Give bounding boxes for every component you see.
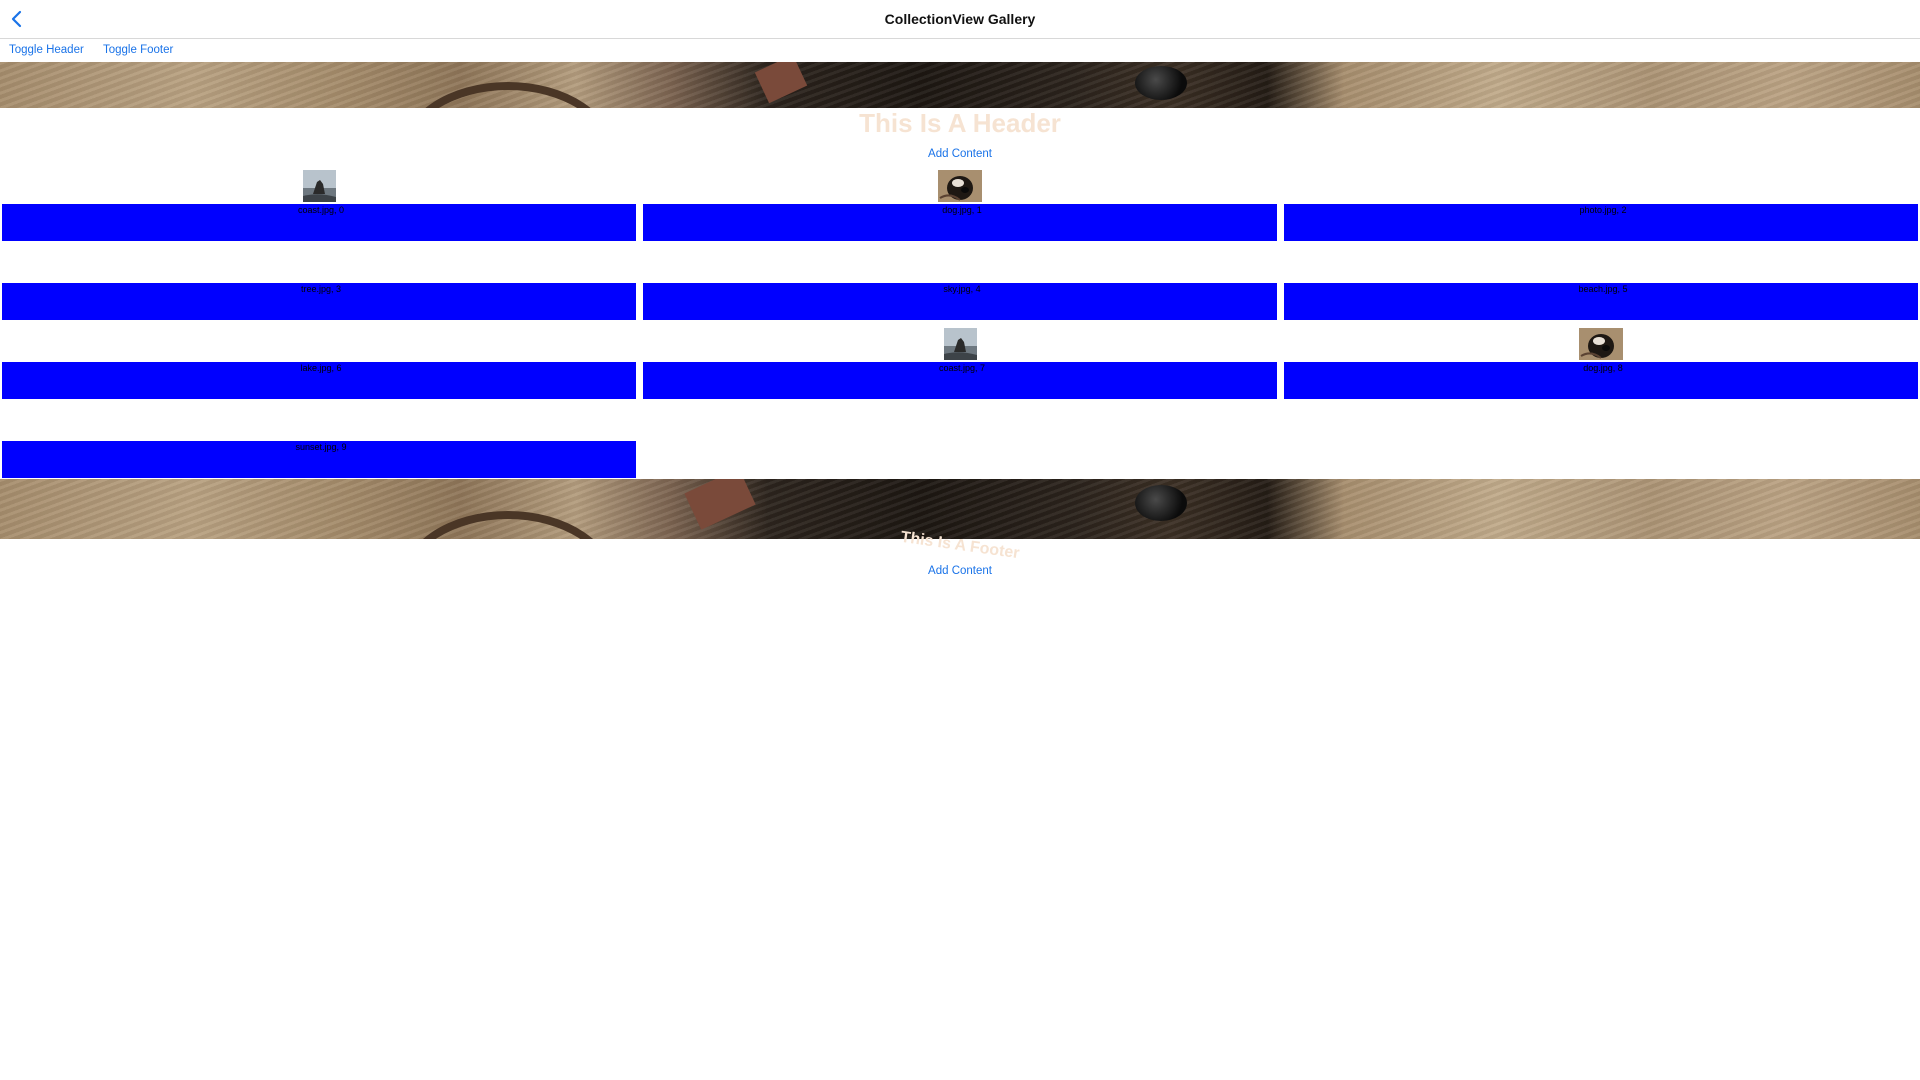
page-title: CollectionView Gallery <box>884 11 1036 27</box>
cell-label: lake.jpg, 6 <box>300 363 342 373</box>
navigation-bar: CollectionView Gallery <box>0 0 1920 39</box>
gallery-cell[interactable]: lake.jpg, 6 <box>1 326 641 404</box>
cell-label: beach.jpg, 5 <box>1578 284 1628 294</box>
toggle-header-button[interactable]: Toggle Header <box>9 44 84 56</box>
dog-thumbnail <box>1579 328 1623 360</box>
footer-add-content-button[interactable]: Add Content <box>0 565 1920 577</box>
cell-label: sunset.jpg, 9 <box>295 442 347 452</box>
gallery-cell[interactable]: photo.jpg, 2 <box>1283 168 1920 246</box>
cell-label: sky.jpg, 4 <box>943 284 981 294</box>
header-add-content-button[interactable]: Add Content <box>0 148 1920 160</box>
cell-label: coast.jpg, 7 <box>938 363 986 373</box>
toolbar: Toggle Header Toggle Footer <box>0 39 1920 62</box>
gallery-cell[interactable]: beach.jpg, 5 <box>1283 247 1920 325</box>
header-banner-image <box>0 62 1920 108</box>
gallery-cell[interactable]: coast.jpg, 0 <box>1 168 641 246</box>
footer-banner-image <box>0 479 1920 539</box>
gallery-cell[interactable]: dog.jpg, 8 <box>1283 326 1920 404</box>
cell-label: tree.jpg, 3 <box>300 284 342 294</box>
cell-label: photo.jpg, 2 <box>1579 205 1627 215</box>
app-window: CollectionView Gallery Toggle Header Tog… <box>0 0 1920 1080</box>
toggle-footer-button[interactable]: Toggle Footer <box>103 44 173 56</box>
cell-label: dog.jpg, 1 <box>942 205 982 215</box>
coast-thumbnail <box>302 170 336 202</box>
cell-label: dog.jpg, 8 <box>1583 363 1623 373</box>
gallery-cell[interactable]: dog.jpg, 1 <box>642 168 1282 246</box>
gallery-cell[interactable]: sunset.jpg, 9 <box>1 405 641 483</box>
cell-label: coast.jpg, 0 <box>297 205 345 215</box>
gallery-cell[interactable]: tree.jpg, 3 <box>1 247 641 325</box>
header-title: This Is A Header <box>859 108 1061 138</box>
dog-thumbnail <box>938 170 982 202</box>
gallery-cell[interactable]: coast.jpg, 7 <box>642 326 1282 404</box>
gallery-cell[interactable]: sky.jpg, 4 <box>642 247 1282 325</box>
coast-thumbnail <box>943 328 977 360</box>
